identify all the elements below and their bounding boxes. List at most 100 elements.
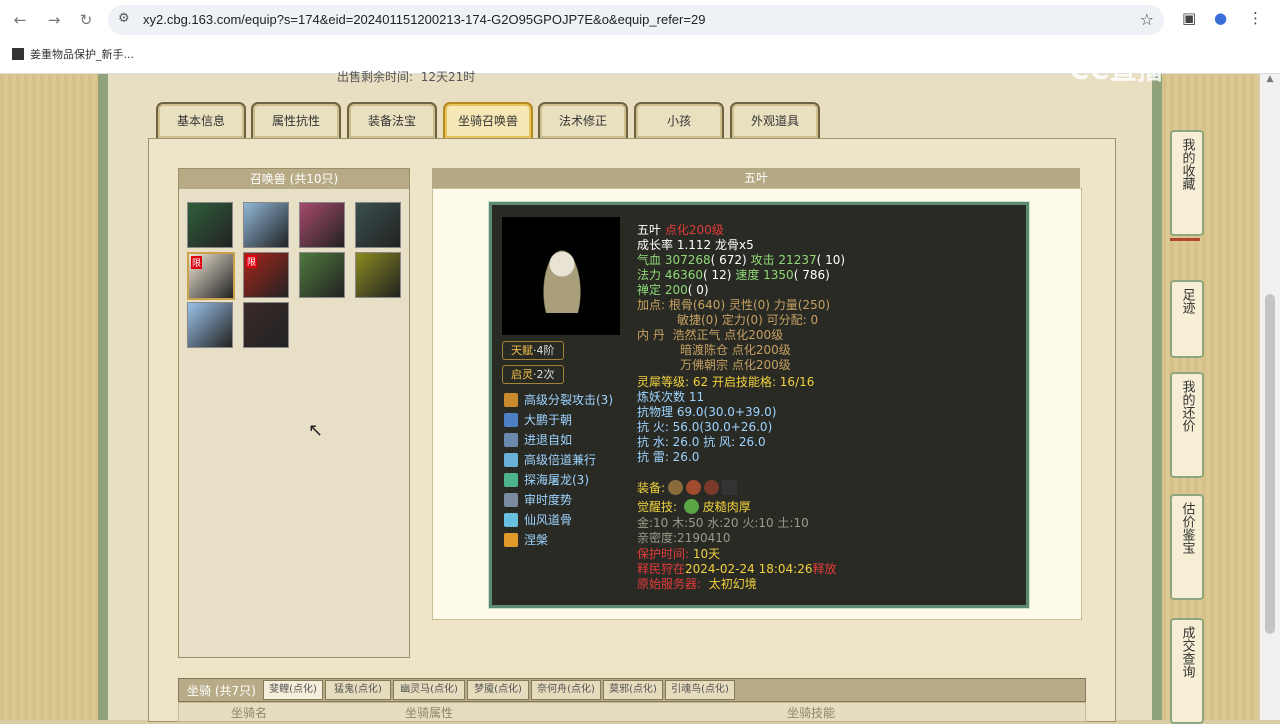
mount-tab[interactable]: 莫邪(点化): [603, 680, 663, 700]
my-counter-offer-button[interactable]: 我的还价: [1170, 372, 1204, 478]
mount-tab[interactable]: 引魂鸟(点化): [665, 680, 735, 700]
pet-skill[interactable]: 高级倍道兼行: [504, 451, 596, 469]
limited-tag: 限: [246, 255, 258, 268]
site-settings-icon[interactable]: ⚙: [118, 11, 130, 26]
pet-name-line: 五叶 点化200级: [637, 223, 724, 237]
profile-icon[interactable]: ●: [1214, 9, 1227, 27]
pet-card: 天赋·4阶 启灵·2次 高级分裂攻击(3) 大鹏于朝进退自如高级倍道兼行 探海屠龙(…: [489, 202, 1029, 608]
pet-detail-title: 五叶: [432, 168, 1080, 188]
transaction-query-button[interactable]: 成交查询: [1170, 618, 1204, 724]
resist-line-4: 抗 雷: 26.0: [637, 450, 700, 464]
bookmark-star-icon[interactable]: ☆: [1140, 10, 1154, 29]
my-favorites-button[interactable]: 我的收藏: [1170, 130, 1204, 241]
url-text[interactable]: xy2.cbg.163.com/equip?s=174&eid=20240115…: [143, 12, 705, 27]
mount-tab[interactable]: 斐鲤(点化): [263, 680, 323, 700]
pet-thumbnail[interactable]: [187, 202, 233, 248]
skill-icon: [504, 473, 518, 487]
mount-tab[interactable]: 梦魇(点化): [467, 680, 529, 700]
neidan-line-1: 内 丹 浩然正气 点化200级: [637, 328, 784, 342]
tab-spell-correction[interactable]: 法术修正: [538, 102, 628, 138]
pet-skill[interactable]: 审时度势: [504, 491, 572, 509]
pets-title: 召唤兽 (共10只): [179, 169, 409, 189]
pet-thumbnail[interactable]: [243, 302, 289, 348]
tab-basic-info[interactable]: 基本信息: [156, 102, 246, 138]
equip-slot-icon[interactable]: [722, 480, 738, 495]
skill-icon: [504, 433, 518, 447]
pet-thumbnail[interactable]: [355, 252, 401, 298]
equip-slot-icon[interactable]: [686, 480, 702, 495]
sale-time: 出售剩余时间: 12天21时: [337, 70, 476, 84]
left-decoration: [0, 74, 98, 720]
pet-thumbnail[interactable]: [187, 302, 233, 348]
scroll-up-icon[interactable]: ▲: [1263, 74, 1277, 88]
mount-tab[interactable]: 幽灵马(点化): [393, 680, 465, 700]
tab-child[interactable]: 小孩: [634, 102, 724, 138]
menu-icon[interactable]: ⋮: [1248, 9, 1263, 27]
col-mount-skill: 坐骑技能: [787, 706, 836, 720]
spirit-badge: 启灵·2次: [502, 365, 564, 384]
mount-tab[interactable]: 猛鬼(点化): [325, 680, 391, 700]
intimacy-line: 亲密度:2190410: [637, 531, 731, 545]
reload-icon[interactable]: ↻: [74, 8, 98, 32]
forward-icon[interactable]: →: [42, 8, 66, 32]
pet-thumbnail[interactable]: [299, 202, 345, 248]
protect-line: 保护时间: 10天: [637, 547, 721, 561]
tab-mounts-pets[interactable]: 坐骑召唤兽: [443, 102, 533, 138]
pet-thumbnail[interactable]: [355, 202, 401, 248]
resist-line-3: 抗 水: 26.0 抗 风: 26.0: [637, 435, 766, 449]
resist-line-1: 抗物理 69.0(30.0+39.0): [637, 405, 777, 419]
pet-skill[interactable]: 涅槃: [504, 531, 548, 549]
mounts-title: 坐骑 (共7只): [187, 684, 256, 698]
skill-icon: [504, 533, 518, 547]
origin-line: 原始服务器: 太初幻境: [637, 577, 757, 591]
skill-icon: [504, 513, 518, 527]
mouse-cursor-icon: ↖: [308, 420, 324, 441]
equip-line: 装备:: [637, 480, 738, 496]
elements-line: 金:10 木:50 水:20 火:10 土:10: [637, 516, 809, 530]
bookmark-icon: [12, 48, 24, 60]
neidan-line-3: 万佛朝宗 点化200级: [680, 358, 791, 372]
equip-slot-icon[interactable]: [704, 480, 720, 495]
limited-tag: 限: [191, 256, 203, 269]
growth-line: 成长率 1.112 龙骨x5: [637, 238, 754, 252]
zen-line: 禅定 200( 0): [637, 283, 709, 297]
points-line-1: 加点: 根骨(640) 灵性(0) 力量(250): [637, 298, 831, 312]
mount-tab[interactable]: 奈何舟(点化): [531, 680, 601, 700]
pet-thumbnail[interactable]: [299, 252, 345, 298]
pet-thumbnail[interactable]: [243, 202, 289, 248]
col-mount-attr: 坐骑属性: [405, 706, 454, 720]
address-bar[interactable]: ⚙ xy2.cbg.163.com/equip?s=174&eid=202401…: [108, 5, 1164, 35]
footprint-button[interactable]: 足迹: [1170, 280, 1204, 358]
neidan-line-2: 暗渡陈仓 点化200级: [680, 343, 791, 357]
pet-skill[interactable]: 探海屠龙(3): [504, 471, 589, 489]
skill-icon: [504, 393, 518, 407]
hp-atk-line: 气血 307268( 672) 攻击 21237( 10): [637, 253, 846, 267]
spirit-level-line: 灵犀等级: 62 开启技能格: 16/16: [637, 375, 815, 389]
mount-table-header: 坐骑名 坐骑属性 坐骑技能: [178, 702, 1086, 722]
pet-skill[interactable]: 进退自如: [504, 431, 572, 449]
tab-appearance[interactable]: 外观道具: [730, 102, 820, 138]
tab-equipment[interactable]: 装备法宝: [347, 102, 437, 138]
equip-slot-icon[interactable]: [668, 480, 684, 495]
side-panel-icon[interactable]: ▣: [1182, 9, 1196, 27]
back-icon[interactable]: ←: [8, 8, 32, 32]
page: ▲ 出售剩余时间: 12天21时 CC直播 基本信息 属性抗性 装备法宝 坐骑召…: [0, 56, 1280, 724]
talent-badge: 天赋·4阶: [502, 341, 564, 360]
pet-skill[interactable]: 大鹏于朝: [504, 411, 572, 429]
pet-skill[interactable]: 高级分裂攻击(3): [504, 391, 613, 409]
awaken-line: 觉醒技: 皮糙肉厚: [637, 499, 751, 514]
mp-spd-line: 法力 46360( 12) 速度 1350( 786): [637, 268, 830, 282]
skill-icon: [504, 493, 518, 507]
scrollbar-thumb[interactable]: [1265, 294, 1275, 634]
pet-thumbnail[interactable]: 限: [187, 252, 235, 300]
divider: [1170, 238, 1200, 241]
resist-line-2: 抗 火: 56.0(30.0+26.0): [637, 420, 773, 434]
col-mount-name: 坐骑名: [231, 706, 268, 720]
bookmark-item[interactable]: 姜重物品保护_新手...: [12, 46, 134, 62]
pet-skill[interactable]: 仙风道骨: [504, 511, 572, 529]
points-line-2: 敏捷(0) 定力(0) 可分配: 0: [677, 313, 819, 327]
price-appraisal-button[interactable]: 估价鉴宝: [1170, 494, 1204, 600]
pet-thumbnail[interactable]: 限: [243, 252, 289, 298]
tab-attributes[interactable]: 属性抗性: [251, 102, 341, 138]
release-line: 释民狩在2024-02-24 18:04:26释放: [637, 562, 837, 576]
